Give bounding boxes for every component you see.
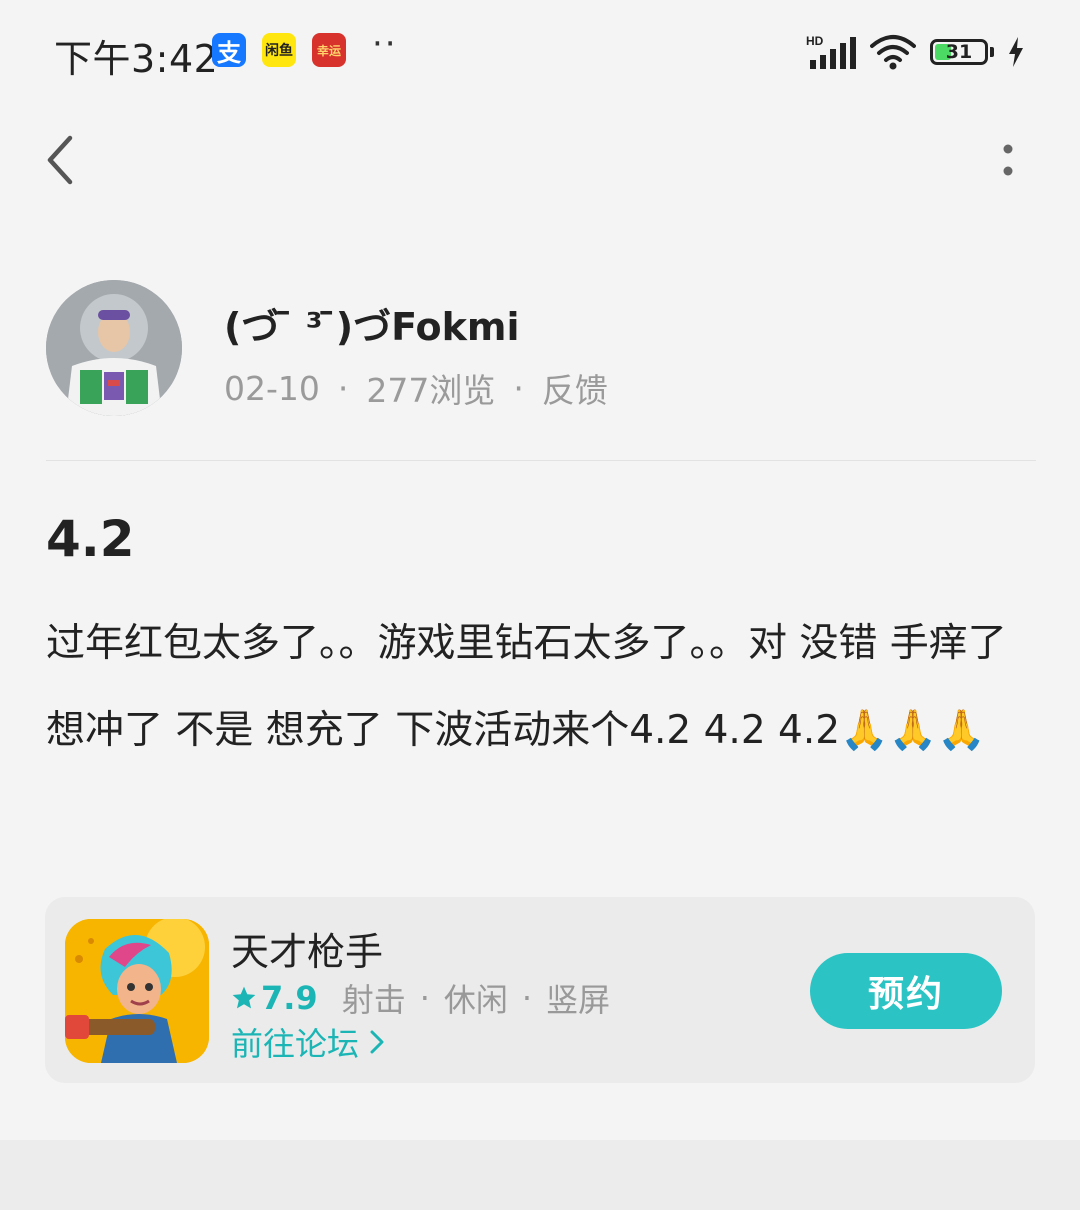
xianyu-icon: 闲鱼 xyxy=(262,33,296,67)
reserve-button[interactable]: 预约 xyxy=(810,953,1002,1029)
game-app-icon xyxy=(65,919,209,1063)
charging-icon xyxy=(1009,37,1023,67)
game-name[interactable]: 天才枪手 xyxy=(231,921,383,976)
network-type-label: HD xyxy=(806,34,824,48)
chevron-left-icon xyxy=(47,135,73,185)
view-count: 277浏览 xyxy=(366,371,496,410)
game-tag: 射击 xyxy=(341,981,406,1019)
tag-separator: · xyxy=(419,979,430,1017)
post-body: 过年红包太多了。。游戏里钻石太多了。。对 没错 手痒了 想冲了 不是 想充了 下… xyxy=(46,621,1007,753)
battery-icon: 31 xyxy=(930,39,988,65)
status-indicators: HD 31 xyxy=(806,32,1024,72)
battery-cap xyxy=(990,47,994,57)
chevron-right-icon xyxy=(370,1030,384,1054)
forum-link[interactable]: 前往论坛 xyxy=(231,1019,385,1065)
more-vertical-icon xyxy=(1003,144,1013,176)
bottom-section-divider xyxy=(0,1140,1080,1210)
post-meta: 02-10 · 277浏览 · 反馈 xyxy=(224,364,608,412)
star-icon xyxy=(232,986,256,1009)
alipay-icon: 支 xyxy=(212,33,246,67)
back-button[interactable] xyxy=(38,130,88,190)
wifi-icon xyxy=(870,35,916,70)
meta-separator: · xyxy=(513,368,524,408)
game-meta: 7.9 射击 · 休闲 · 竖屏 xyxy=(231,975,610,1021)
tag-separator: · xyxy=(521,979,533,1017)
game-tag: 休闲 xyxy=(443,981,508,1019)
game-icon-art xyxy=(65,919,209,1063)
status-time: 下午3:42 xyxy=(54,37,219,81)
post-date: 02-10 xyxy=(224,368,320,408)
game-card[interactable]: 天才枪手 7.9 射击 · 休闲 · 竖屏 前往论坛 预约 xyxy=(45,897,1035,1083)
forum-link-label: 前往论坛 xyxy=(231,1025,360,1063)
author-avatar[interactable] xyxy=(46,280,182,416)
author-name[interactable]: (づ ̄ ³ ̄)づFokmi xyxy=(224,296,519,351)
rating-value: 7.9 xyxy=(261,979,318,1017)
divider xyxy=(46,460,1036,461)
game-rating: 7.9 xyxy=(231,979,318,1017)
more-notifications-icon: ·· xyxy=(372,24,398,64)
post-title: 4.2 xyxy=(46,510,135,568)
more-options-button[interactable] xyxy=(988,140,1028,184)
feedback-link[interactable]: 反馈 xyxy=(542,364,608,412)
battery-level: 31 xyxy=(945,41,973,63)
cellular-signal-icon: HD xyxy=(806,34,856,69)
avatar-image xyxy=(46,280,182,416)
meta-separator: · xyxy=(337,368,349,408)
red-app-icon: 幸运 xyxy=(312,33,346,67)
status-bar: 下午3:42 支 闲鱼 幸运 ·· HD 31 xyxy=(0,0,1080,104)
game-tag: 竖屏 xyxy=(546,981,611,1019)
